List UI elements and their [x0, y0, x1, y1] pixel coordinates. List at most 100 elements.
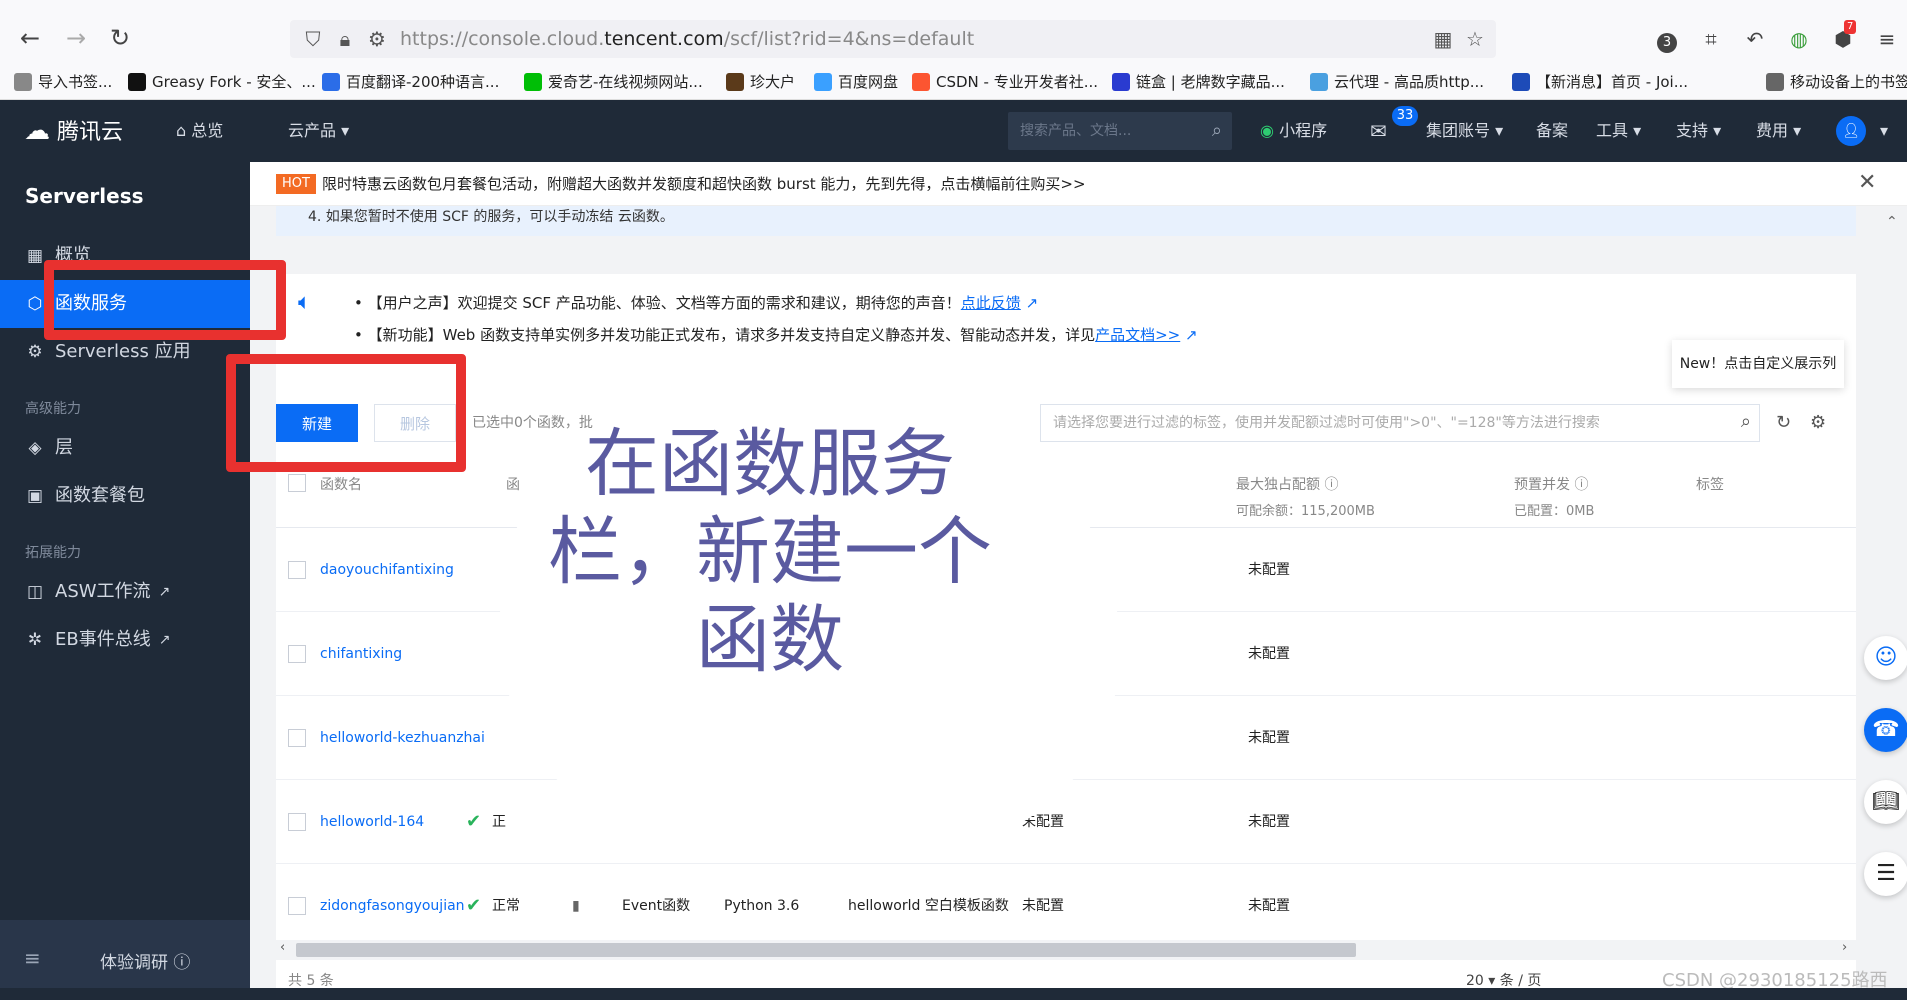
customize-columns-tip[interactable]: New！点击自定义展示列: [1672, 340, 1844, 388]
hot-badge: HOT: [276, 174, 316, 194]
row-checkbox[interactable]: [288, 645, 306, 663]
feedback-link[interactable]: 点此反馈: [961, 294, 1021, 312]
row-checkbox[interactable]: [288, 813, 306, 831]
bookmark-favicon-icon: [524, 73, 542, 91]
function-name-link[interactable]: chifantixing: [320, 612, 402, 696]
function-name-link[interactable]: zidongfasongyoujian: [320, 864, 465, 948]
bookmark-favicon-icon: [1310, 73, 1328, 91]
chevron-down-icon[interactable]: ▾: [1880, 100, 1888, 162]
globe-icon[interactable]: ◍: [1784, 24, 1814, 54]
scrollbar-thumb[interactable]: [296, 943, 1356, 957]
bookmark-item[interactable]: CSDN - 专业开发者社...: [912, 70, 1098, 94]
header-search[interactable]: ⌕: [1008, 112, 1232, 150]
docs-link[interactable]: 产品文档>>: [1095, 326, 1180, 344]
row-checkbox[interactable]: [288, 729, 306, 747]
back-icon[interactable]: ←: [14, 22, 46, 54]
nav-miniprogram[interactable]: ◉ 小程序: [1260, 100, 1327, 162]
nav-group-account[interactable]: 集团账号 ▾: [1426, 100, 1503, 162]
extension-icon[interactable]: ⬢ 7: [1828, 20, 1858, 54]
bookmark-item[interactable]: 移动设备上的书签: [1766, 70, 1907, 94]
book-icon[interactable]: 📖︎: [1864, 780, 1907, 824]
eventbus-icon: ✲: [27, 630, 43, 650]
sidebar-title: Serverless: [25, 184, 144, 208]
sidebar-item-layers[interactable]: ◈ 层: [0, 424, 250, 472]
refresh-icon[interactable]: ↻: [1776, 412, 1791, 433]
smile-icon[interactable]: ☺: [1864, 636, 1907, 680]
nav-products[interactable]: 云产品 ▾: [288, 100, 349, 162]
sidebar-item-packages[interactable]: ▣ 函数套餐包: [0, 472, 250, 520]
horizontal-scrollbar[interactable]: ‹ ›: [276, 940, 1856, 960]
tencent-cloud-logo[interactable]: ☁ 腾讯云: [24, 100, 123, 162]
avatar[interactable]: 👤︎: [1836, 116, 1866, 146]
status-ok-icon: ✔: [466, 895, 482, 916]
nav-support[interactable]: 支持 ▾: [1676, 100, 1721, 162]
promo-banner[interactable]: HOT 限时特惠云函数包月套餐包活动，附赠超大函数并发额度和超快函数 burst…: [250, 162, 1907, 206]
scroll-right-icon[interactable]: ›: [1842, 940, 1847, 955]
nav-overview[interactable]: ⌂ 总览: [176, 100, 223, 162]
workflow-icon: ◫: [26, 582, 44, 602]
bookmark-favicon-icon: [322, 73, 340, 91]
table-row[interactable]: helloworld-164正离率BIAS指标的操...未配置未配置✔: [276, 780, 1856, 864]
bookmark-item[interactable]: Greasy Fork - 安全、...: [128, 70, 316, 94]
crop-icon[interactable]: ⌗: [1696, 24, 1726, 54]
sidebar-item-workflow[interactable]: ◫ ASW工作流 ↗: [0, 568, 250, 616]
settings-icon[interactable]: ⚙: [1810, 412, 1826, 433]
promo-text[interactable]: 限时特惠云函数包月套餐包活动，附赠超大函数并发额度和超快函数 burst 能力，…: [322, 162, 1086, 206]
page-size-select[interactable]: 20 ▾ 条 / 页: [1466, 970, 1541, 990]
reserved-value: 未配置: [1248, 562, 1290, 578]
bookmark-item[interactable]: 云代理 - 高品质http...: [1310, 70, 1484, 94]
sidebar-item-eventbus[interactable]: ✲ EB事件总线 ↗: [0, 616, 250, 664]
scroll-up-icon[interactable]: ⌃: [1886, 214, 1898, 230]
menu-icon[interactable]: ≡: [1872, 24, 1902, 54]
header-search-input[interactable]: [1008, 112, 1188, 150]
star-icon[interactable]: ☆: [1462, 26, 1488, 52]
bookmark-item[interactable]: 百度翻译-200种语言...: [322, 70, 499, 94]
reserved-value: 未配置: [1248, 814, 1290, 830]
qrcode-icon[interactable]: ▦: [1430, 26, 1456, 52]
undo-icon[interactable]: ↶: [1740, 24, 1770, 54]
forward-icon[interactable]: →: [60, 22, 92, 54]
select-all-checkbox[interactable]: [288, 474, 306, 492]
bookmark-item[interactable]: 爱奇艺-在线视频网站...: [524, 70, 703, 94]
nav-tools[interactable]: 工具 ▾: [1596, 100, 1641, 162]
function-name-link[interactable]: helloworld-kezhuanzhai: [320, 696, 485, 780]
close-icon[interactable]: ✕: [1858, 170, 1876, 195]
app-icon: ⚙: [27, 342, 43, 362]
pager-total: 共 5 条: [288, 973, 334, 989]
permissions-icon[interactable]: ⚙: [364, 26, 390, 52]
search-icon[interactable]: ⌕: [1212, 120, 1222, 141]
annotation-box-sidebar: [44, 260, 286, 340]
survey-link[interactable]: 体验调研 ⓘ: [100, 948, 190, 973]
layers-icon: ◈: [28, 438, 42, 458]
col-status: 函: [506, 477, 520, 493]
col-tags: 标签: [1696, 477, 1724, 493]
mail-icon[interactable]: ✉: [1370, 100, 1387, 162]
reload-icon[interactable]: ↻: [104, 22, 136, 54]
nav-beian[interactable]: 备案: [1536, 100, 1568, 162]
support-icon[interactable]: ☎: [1864, 708, 1907, 752]
bookmark-item[interactable]: 导入书签...: [14, 70, 112, 94]
function-name-link[interactable]: helloworld-164: [320, 780, 424, 864]
external-link-icon: ↗: [158, 632, 171, 648]
function-name-link[interactable]: daoyouchifantixing: [320, 528, 454, 612]
bookmark-item[interactable]: 珍大户: [726, 70, 795, 94]
nav-billing[interactable]: 费用 ▾: [1756, 100, 1801, 162]
address-bar[interactable]: ⛉ 🔒︎ ⚙ https://console.cloud.tencent.com…: [290, 20, 1496, 58]
bookmark-item[interactable]: 百度网盘: [814, 70, 898, 94]
collapse-icon[interactable]: ≡: [24, 946, 41, 970]
tag-filter[interactable]: ⌕: [1040, 404, 1760, 442]
row-checkbox[interactable]: [288, 561, 306, 579]
table-row[interactable]: zidongfasongyoujian 正常 Event函数 Python 3.6 he…: [276, 864, 1856, 948]
col-name[interactable]: 函数名: [320, 474, 362, 494]
list-icon[interactable]: ☰: [1864, 852, 1907, 896]
monitor-chart-icon[interactable]: ▮: [572, 864, 580, 948]
shield-icon: ⛉: [305, 27, 321, 51]
filter-input[interactable]: [1041, 405, 1721, 441]
message-count-badge: 33: [1392, 106, 1418, 126]
bookmark-item[interactable]: 【新消息】首页 - Joi...: [1512, 70, 1688, 94]
bookmark-item[interactable]: 链盒 | 老牌数字藏品...: [1112, 70, 1285, 94]
row-checkbox[interactable]: [288, 897, 306, 915]
search-icon[interactable]: ⌕: [1741, 411, 1751, 432]
extension-badge-icon[interactable]: 3: [1652, 24, 1682, 54]
scroll-left-icon[interactable]: ‹: [280, 940, 285, 955]
